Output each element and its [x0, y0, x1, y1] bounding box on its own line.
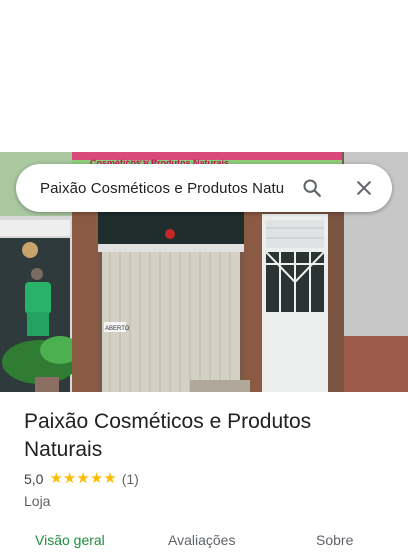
star-icon: ★: [89, 470, 104, 487]
star-rating: ★ ★ ★ ★ ★: [49, 471, 116, 487]
rating-row[interactable]: 5,0 ★ ★ ★ ★ ★ (1): [24, 471, 139, 488]
search-bar[interactable]: Paixão Cosméticos e Produtos Natu: [16, 164, 392, 212]
search-icon[interactable]: [300, 176, 324, 200]
rating-value: 5,0: [24, 471, 44, 487]
star-icon: ★: [49, 470, 63, 487]
tab-reviews[interactable]: Avaliações: [168, 532, 235, 548]
star-icon: ★: [76, 470, 90, 487]
tab-overview[interactable]: Visão geral: [35, 532, 105, 548]
place-category: Loja: [24, 493, 51, 509]
place-title: Paixão Cosméticos e Produtos Naturais: [24, 410, 312, 461]
star-icon: ★: [62, 470, 77, 487]
search-input[interactable]: Paixão Cosméticos e Produtos Natu: [40, 180, 286, 197]
door-sign-text: ABERTO: [105, 326, 130, 332]
star-icon: ★: [103, 470, 117, 487]
tab-bar: Visão geral Avaliações Sobre: [0, 530, 408, 560]
close-icon[interactable]: [352, 176, 376, 200]
review-count[interactable]: (1): [122, 471, 139, 487]
tab-about[interactable]: Sobre: [316, 532, 353, 548]
